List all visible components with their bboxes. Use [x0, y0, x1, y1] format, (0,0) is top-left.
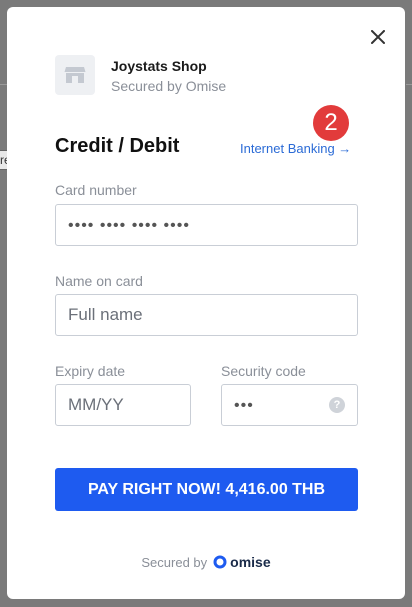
store-icon	[64, 67, 86, 83]
expiry-date-label: Expiry date	[55, 363, 126, 379]
merchant-logo	[55, 55, 95, 95]
step-badge: 2	[313, 105, 349, 141]
payment-modal: Joystats Shop Secured by Omise 2 Credit …	[7, 7, 405, 599]
name-on-card-input[interactable]	[68, 305, 345, 325]
background-divider-right	[406, 84, 412, 85]
security-code-field: ?	[221, 384, 358, 426]
merchant-secured-by: Secured by Omise	[111, 78, 227, 94]
omise-icon	[213, 555, 227, 569]
close-button[interactable]	[367, 26, 389, 48]
footer-secured-by: Secured by	[141, 554, 208, 570]
name-on-card-field	[55, 294, 358, 336]
card-number-label: Card number	[55, 182, 137, 198]
question-icon[interactable]: ?	[329, 397, 345, 413]
expiry-date-input[interactable]	[68, 395, 178, 415]
omise-brand: omise	[230, 554, 271, 570]
payment-method-title: Credit / Debit	[55, 135, 180, 157]
merchant-name: Joystats Shop	[111, 58, 207, 74]
expiry-date-field	[55, 384, 191, 426]
omise-logo: omise	[213, 554, 271, 570]
pay-button[interactable]: PAY RIGHT NOW! 4,416.00 THB	[55, 468, 358, 511]
security-code-input[interactable]	[234, 395, 329, 415]
card-number-field	[55, 204, 358, 246]
name-on-card-label: Name on card	[55, 273, 143, 289]
card-number-input[interactable]	[68, 215, 345, 235]
internet-banking-link[interactable]: Internet Banking →	[240, 141, 351, 156]
security-code-label: Security code	[221, 363, 306, 379]
close-icon	[371, 30, 385, 44]
footer: Secured by omise	[7, 554, 405, 570]
